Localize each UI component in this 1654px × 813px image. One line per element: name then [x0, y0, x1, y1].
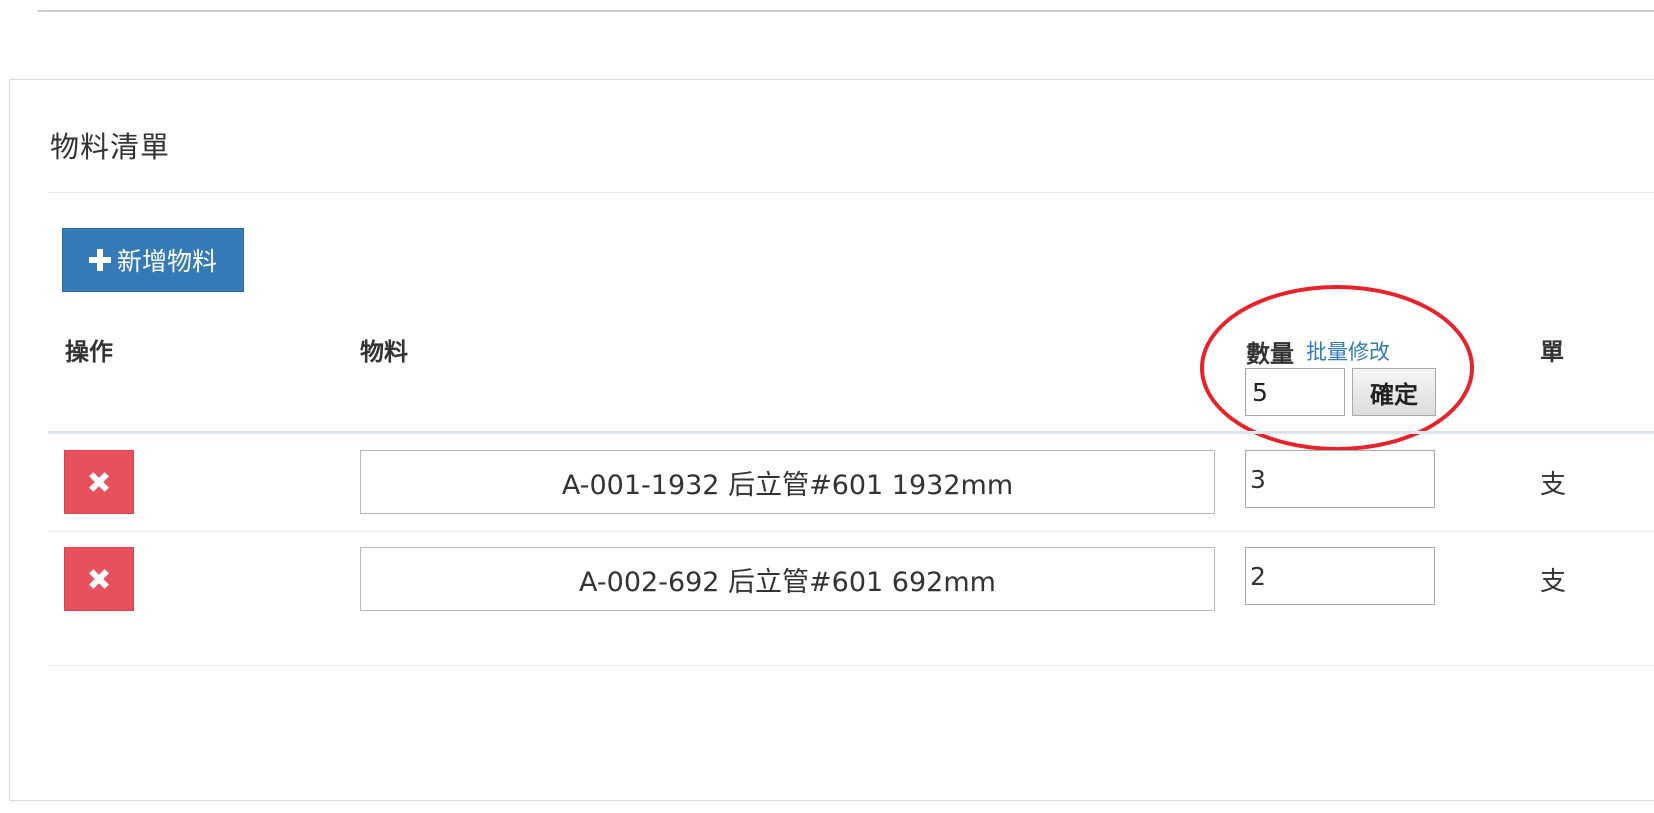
panel-title: 物料清單 — [50, 130, 171, 164]
close-icon — [89, 472, 109, 492]
material-field[interactable]: A-001-1932 后立管#601 1932mm — [360, 450, 1215, 514]
add-material-button[interactable]: 新增物料 — [62, 228, 244, 292]
add-material-label: 新增物料 — [116, 247, 217, 276]
row-divider — [48, 531, 1654, 532]
confirm-button[interactable]: 確定 — [1352, 368, 1436, 416]
table-bottom-divider — [48, 665, 1654, 666]
header-material: 物料 — [360, 338, 408, 366]
header-operation: 操作 — [65, 338, 113, 366]
header-quantity: 數量 — [1246, 340, 1294, 368]
unit-cell: 支 — [1540, 567, 1567, 597]
unit-cell: 支 — [1540, 470, 1567, 500]
header-divider — [48, 431, 1654, 434]
quantity-input[interactable] — [1245, 450, 1435, 508]
title-divider — [48, 192, 1654, 193]
batch-edit-link[interactable]: 批量修改 — [1306, 336, 1390, 366]
material-list-panel: 物料清單 新增物料 操作 物料 數量 批量修改 確定 單 A-001-1932 … — [9, 79, 1654, 801]
plus-icon — [88, 249, 111, 271]
delete-row-button[interactable] — [64, 450, 134, 514]
delete-row-button[interactable] — [64, 547, 134, 611]
material-field[interactable]: A-002-692 后立管#601 692mm — [360, 547, 1215, 611]
close-icon — [89, 569, 109, 589]
header-unit: 單 — [1540, 338, 1564, 366]
batch-quantity-input[interactable] — [1245, 368, 1345, 416]
top-divider — [38, 10, 1654, 12]
quantity-input[interactable] — [1245, 547, 1435, 605]
